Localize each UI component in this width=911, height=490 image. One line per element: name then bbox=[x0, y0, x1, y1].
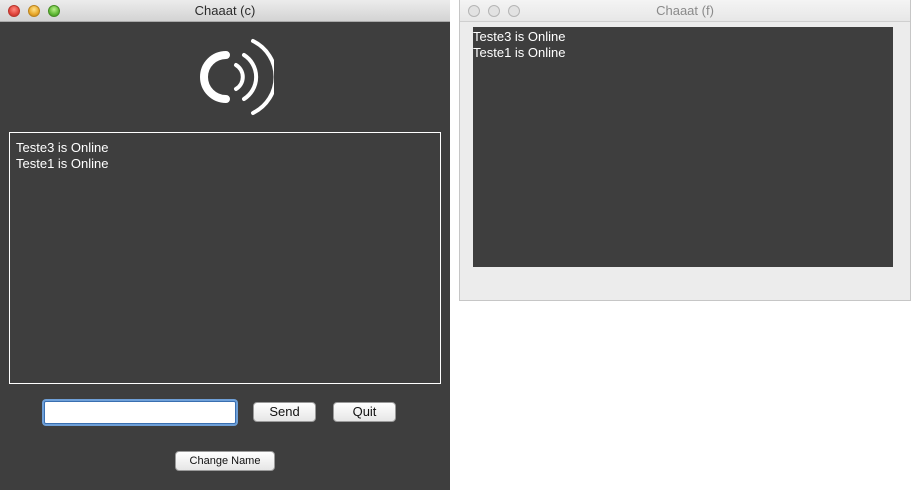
chat-message: Teste3 is Online bbox=[473, 29, 566, 44]
chat-message: Teste1 is Online bbox=[473, 45, 566, 60]
chat-window-f: Chaaat (f) Teste3 is Online Teste1 is On… bbox=[459, 0, 911, 301]
chat-log[interactable]: Teste3 is Online Teste1 is Online bbox=[9, 132, 441, 384]
chat-log[interactable]: Teste3 is Online Teste1 is Online bbox=[473, 27, 893, 267]
chat-message: Teste3 is Online bbox=[16, 140, 109, 155]
send-button[interactable]: Send bbox=[253, 402, 316, 422]
message-input[interactable] bbox=[44, 401, 236, 424]
chat-window-c: Chaaat (c) Teste3 is Online Teste1 is On… bbox=[0, 0, 450, 490]
window-title: Chaaat (c) bbox=[194, 3, 256, 18]
window-title: Chaaat (f) bbox=[656, 3, 714, 18]
chat-message: Teste1 is Online bbox=[16, 156, 109, 171]
quit-button[interactable]: Quit bbox=[333, 402, 396, 422]
title-bar[interactable]: Chaaat (f) bbox=[460, 0, 910, 22]
change-name-button[interactable]: Change Name bbox=[175, 451, 275, 471]
title-bar[interactable]: Chaaat (c) bbox=[0, 0, 450, 22]
broadcast-c-logo-icon bbox=[200, 39, 274, 115]
